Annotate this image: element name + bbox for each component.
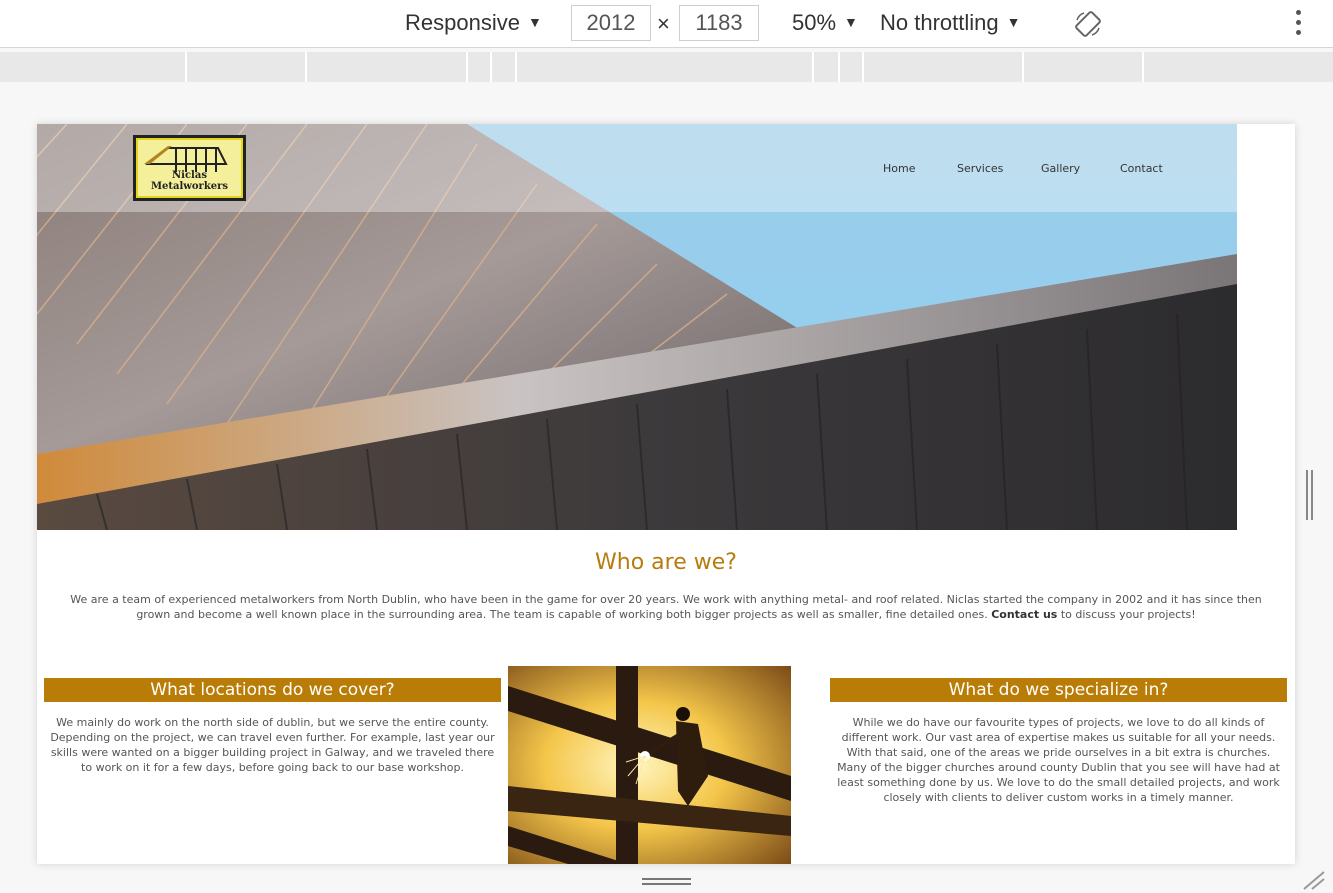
contact-us-link[interactable]: Contact us — [991, 608, 1057, 621]
welder-image — [508, 666, 791, 864]
device-mode-dropdown[interactable]: Responsive ▼ — [405, 8, 542, 40]
devtools-device-toolbar: Responsive ▼ 2012 × 1183 50% ▼ No throttli… — [0, 0, 1333, 48]
nav-services[interactable]: Services — [957, 162, 1003, 175]
width-input[interactable]: 2012 — [571, 5, 651, 41]
viewport-resize-handle-right[interactable] — [1306, 470, 1316, 520]
nav-contact[interactable]: Contact — [1120, 162, 1163, 175]
logo-text: Niclas Metalworkers — [150, 170, 229, 192]
device-mode-label: Responsive — [405, 10, 520, 35]
nav-home[interactable]: Home — [883, 162, 915, 175]
who-are-we-heading: Who are we? — [595, 550, 737, 575]
locations-text: We mainly do work on the north side of d… — [50, 716, 495, 774]
locations-heading: What locations do we cover? — [44, 678, 501, 702]
nav-gallery[interactable]: Gallery — [1041, 162, 1080, 175]
viewport-resize-handle-bottom[interactable] — [642, 878, 691, 888]
throttling-label: No throttling — [880, 10, 999, 35]
intro-text-end: to discuss your projects! — [1057, 608, 1196, 621]
specialize-text: While we do have our favourite types of … — [837, 716, 1280, 804]
chevron-down-icon: ▼ — [844, 14, 858, 30]
intro-paragraph: We are a team of experienced metalworker… — [57, 592, 1275, 622]
specialize-heading: What do we specialize in? — [830, 678, 1287, 702]
height-input[interactable]: 1183 — [679, 5, 759, 41]
more-vert-icon[interactable] — [1296, 10, 1302, 36]
emulated-viewport: Niclas Metalworkers Home Services Galler… — [37, 124, 1295, 864]
rotate-icon[interactable] — [1074, 10, 1102, 38]
chevron-down-icon: ▼ — [1006, 14, 1021, 30]
throttling-dropdown[interactable]: No throttling ▼ — [880, 8, 1020, 40]
media-query-bar[interactable] — [0, 52, 1333, 82]
resize-corner-icon[interactable] — [1302, 870, 1326, 890]
chevron-down-icon: ▼ — [527, 14, 542, 30]
zoom-label: 50% — [792, 10, 837, 35]
dimension-separator: × — [657, 11, 670, 36]
zoom-dropdown[interactable]: 50% ▼ — [792, 8, 858, 40]
site-logo[interactable]: Niclas Metalworkers — [133, 135, 246, 201]
